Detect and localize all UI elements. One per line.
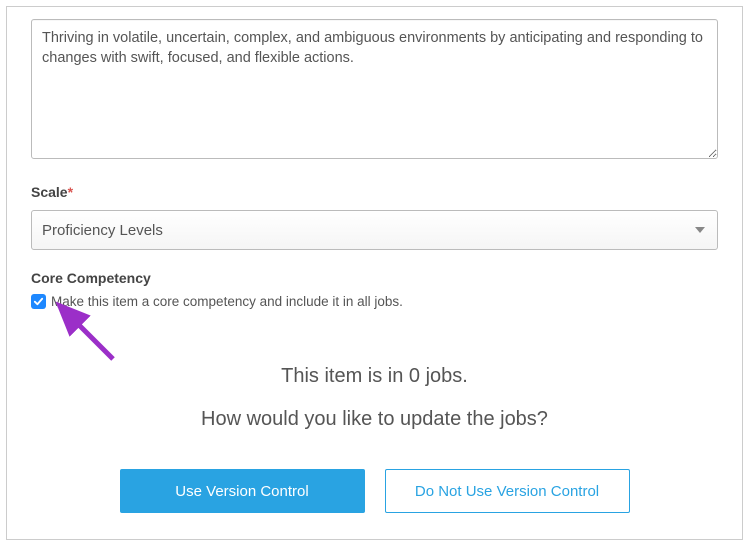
description-textarea[interactable] xyxy=(31,19,718,159)
chevron-down-icon xyxy=(695,227,705,233)
scale-label-text: Scale xyxy=(31,184,68,200)
form-panel: Scale* Proficiency Levels Core Competenc… xyxy=(6,6,743,540)
required-asterisk: * xyxy=(68,184,73,200)
jobs-count-text: This item is in 0 jobs. xyxy=(31,365,718,388)
update-info-block: This item is in 0 jobs. How would you li… xyxy=(31,365,718,431)
core-competency-checkbox[interactable] xyxy=(31,294,46,309)
core-competency-checkbox-label: Make this item a core competency and inc… xyxy=(51,294,403,309)
check-icon xyxy=(33,296,44,307)
scale-select-value: Proficiency Levels xyxy=(42,222,163,239)
core-competency-row: Make this item a core competency and inc… xyxy=(31,294,718,309)
scale-label: Scale* xyxy=(31,184,718,200)
update-prompt-text: How would you like to update the jobs? xyxy=(31,408,718,431)
button-row: Use Version Control Do Not Use Version C… xyxy=(31,469,718,513)
scale-select-wrap: Proficiency Levels xyxy=(31,210,718,250)
use-version-control-button[interactable]: Use Version Control xyxy=(120,469,365,513)
core-competency-heading: Core Competency xyxy=(31,270,718,286)
do-not-use-version-control-button[interactable]: Do Not Use Version Control xyxy=(385,469,630,513)
scale-select[interactable]: Proficiency Levels xyxy=(31,210,718,250)
